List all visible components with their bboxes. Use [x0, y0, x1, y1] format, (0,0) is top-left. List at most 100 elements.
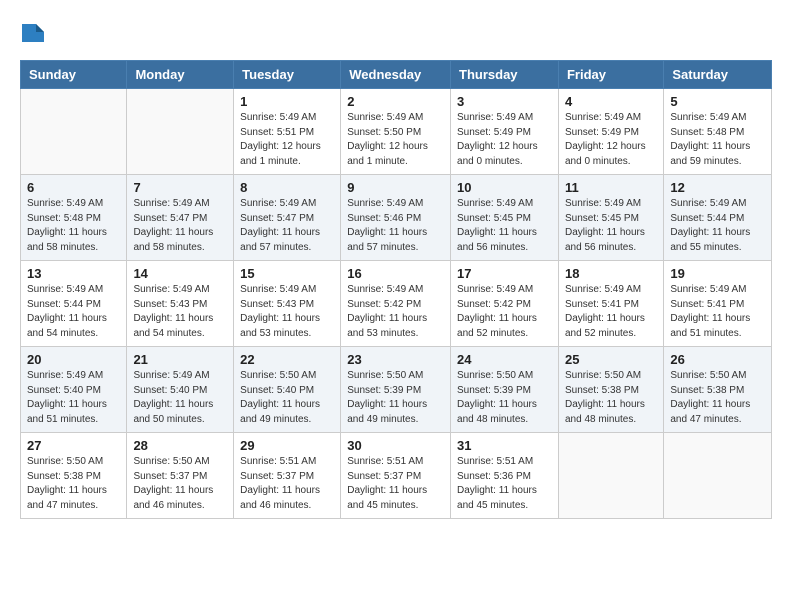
day-number: 19 [670, 266, 765, 281]
day-number: 12 [670, 180, 765, 195]
logo-icon [22, 24, 44, 42]
calendar-cell-day-27: 27 Sunrise: 5:50 AM Sunset: 5:38 PM Dayli… [21, 433, 127, 519]
day-info: Sunrise: 5:51 AM Sunset: 5:37 PM Dayligh… [240, 455, 334, 513]
col-header-sunday: Sunday [21, 61, 127, 89]
day-info: Sunrise: 5:49 AM Sunset: 5:49 PM Dayligh… [457, 111, 552, 169]
day-number: 2 [347, 94, 444, 109]
col-header-wednesday: Wednesday [341, 61, 451, 89]
calendar-cell-empty [127, 89, 234, 175]
day-info: Sunrise: 5:49 AM Sunset: 5:45 PM Dayligh… [457, 197, 552, 255]
day-number: 26 [670, 352, 765, 367]
day-number: 24 [457, 352, 552, 367]
day-number: 9 [347, 180, 444, 195]
day-number: 23 [347, 352, 444, 367]
calendar-cell-day-25: 25 Sunrise: 5:50 AM Sunset: 5:38 PM Dayli… [558, 347, 663, 433]
day-info: Sunrise: 5:49 AM Sunset: 5:42 PM Dayligh… [457, 283, 552, 341]
day-number: 15 [240, 266, 334, 281]
day-number: 11 [565, 180, 657, 195]
calendar-cell-day-11: 11Sunrise: 5:49 AM Sunset: 5:45 PM Dayli… [558, 175, 663, 261]
calendar-cell-empty [558, 433, 663, 519]
day-info: Sunrise: 5:50 AM Sunset: 5:39 PM Dayligh… [457, 369, 552, 427]
calendar-cell-day-10: 10 Sunrise: 5:49 AM Sunset: 5:45 PM Dayli… [451, 175, 559, 261]
day-info: Sunrise: 5:49 AM Sunset: 5:41 PM Dayligh… [670, 283, 765, 341]
calendar-week-row: 27 Sunrise: 5:50 AM Sunset: 5:38 PM Dayli… [21, 433, 772, 519]
day-info: Sunrise: 5:49 AM Sunset: 5:44 PM Dayligh… [670, 197, 765, 255]
day-info: Sunrise: 5:49 AM Sunset: 5:42 PM Dayligh… [347, 283, 444, 341]
day-number: 13 [27, 266, 120, 281]
calendar-cell-day-28: 28 Sunrise: 5:50 AM Sunset: 5:37 PM Dayli… [127, 433, 234, 519]
day-number: 18 [565, 266, 657, 281]
calendar-cell-day-22: 22 Sunrise: 5:50 AM Sunset: 5:40 PM Dayli… [234, 347, 341, 433]
day-info: Sunrise: 5:50 AM Sunset: 5:38 PM Dayligh… [27, 455, 120, 513]
calendar-cell-day-1: 1 Sunrise: 5:49 AM Sunset: 5:51 PM Daylig… [234, 89, 341, 175]
calendar-cell-empty [664, 433, 772, 519]
calendar-cell-day-21: 21 Sunrise: 5:49 AM Sunset: 5:40 PM Dayli… [127, 347, 234, 433]
day-number: 28 [133, 438, 227, 453]
day-info: Sunrise: 5:50 AM Sunset: 5:38 PM Dayligh… [565, 369, 657, 427]
day-info: Sunrise: 5:49 AM Sunset: 5:51 PM Dayligh… [240, 111, 334, 169]
calendar-cell-day-2: 2 Sunrise: 5:49 AM Sunset: 5:50 PM Daylig… [341, 89, 451, 175]
day-info: Sunrise: 5:49 AM Sunset: 5:46 PM Dayligh… [347, 197, 444, 255]
calendar-cell-day-17: 17 Sunrise: 5:49 AM Sunset: 5:42 PM Dayli… [451, 261, 559, 347]
calendar-cell-day-24: 24 Sunrise: 5:50 AM Sunset: 5:39 PM Dayli… [451, 347, 559, 433]
day-info: Sunrise: 5:49 AM Sunset: 5:40 PM Dayligh… [133, 369, 227, 427]
day-info: Sunrise: 5:49 AM Sunset: 5:49 PM Dayligh… [565, 111, 657, 169]
calendar-cell-day-9: 9 Sunrise: 5:49 AM Sunset: 5:46 PM Daylig… [341, 175, 451, 261]
day-number: 5 [670, 94, 765, 109]
day-info: Sunrise: 5:49 AM Sunset: 5:47 PM Dayligh… [240, 197, 334, 255]
day-number: 10 [457, 180, 552, 195]
calendar-cell-day-23: 23Sunrise: 5:50 AM Sunset: 5:39 PM Dayli… [341, 347, 451, 433]
day-number: 4 [565, 94, 657, 109]
day-info: Sunrise: 5:49 AM Sunset: 5:41 PM Dayligh… [565, 283, 657, 341]
calendar-cell-day-20: 20Sunrise: 5:49 AM Sunset: 5:40 PM Dayli… [21, 347, 127, 433]
calendar-week-row: 1 Sunrise: 5:49 AM Sunset: 5:51 PM Daylig… [21, 89, 772, 175]
day-number: 6 [27, 180, 120, 195]
calendar-table: SundayMondayTuesdayWednesdayThursdayFrid… [20, 60, 772, 519]
day-info: Sunrise: 5:49 AM Sunset: 5:44 PM Dayligh… [27, 283, 120, 341]
logo [20, 20, 44, 44]
calendar-cell-day-19: 19 Sunrise: 5:49 AM Sunset: 5:41 PM Dayli… [664, 261, 772, 347]
calendar-week-row: 13 Sunrise: 5:49 AM Sunset: 5:44 PM Dayli… [21, 261, 772, 347]
calendar-cell-day-5: 5Sunrise: 5:49 AM Sunset: 5:48 PM Daylig… [664, 89, 772, 175]
day-number: 3 [457, 94, 552, 109]
day-number: 27 [27, 438, 120, 453]
day-number: 30 [347, 438, 444, 453]
day-info: Sunrise: 5:49 AM Sunset: 5:43 PM Dayligh… [240, 283, 334, 341]
calendar-cell-day-16: 16Sunrise: 5:49 AM Sunset: 5:42 PM Dayli… [341, 261, 451, 347]
day-number: 25 [565, 352, 657, 367]
calendar-cell-day-7: 7Sunrise: 5:49 AM Sunset: 5:47 PM Daylig… [127, 175, 234, 261]
day-number: 21 [133, 352, 227, 367]
day-info: Sunrise: 5:50 AM Sunset: 5:40 PM Dayligh… [240, 369, 334, 427]
calendar-cell-day-4: 4 Sunrise: 5:49 AM Sunset: 5:49 PM Daylig… [558, 89, 663, 175]
day-info: Sunrise: 5:50 AM Sunset: 5:38 PM Dayligh… [670, 369, 765, 427]
col-header-friday: Friday [558, 61, 663, 89]
calendar-cell-day-14: 14 Sunrise: 5:49 AM Sunset: 5:43 PM Dayli… [127, 261, 234, 347]
day-number: 22 [240, 352, 334, 367]
day-info: Sunrise: 5:51 AM Sunset: 5:37 PM Dayligh… [347, 455, 444, 513]
day-number: 1 [240, 94, 334, 109]
calendar-cell-day-18: 18 Sunrise: 5:49 AM Sunset: 5:41 PM Dayli… [558, 261, 663, 347]
day-number: 20 [27, 352, 120, 367]
day-info: Sunrise: 5:49 AM Sunset: 5:47 PM Dayligh… [133, 197, 227, 255]
calendar-cell-day-3: 3 Sunrise: 5:49 AM Sunset: 5:49 PM Daylig… [451, 89, 559, 175]
day-info: Sunrise: 5:49 AM Sunset: 5:43 PM Dayligh… [133, 283, 227, 341]
day-info: Sunrise: 5:49 AM Sunset: 5:50 PM Dayligh… [347, 111, 444, 169]
calendar-cell-day-12: 12 Sunrise: 5:49 AM Sunset: 5:44 PM Dayli… [664, 175, 772, 261]
day-number: 14 [133, 266, 227, 281]
col-header-thursday: Thursday [451, 61, 559, 89]
col-header-saturday: Saturday [664, 61, 772, 89]
calendar-cell-day-29: 29 Sunrise: 5:51 AM Sunset: 5:37 PM Dayli… [234, 433, 341, 519]
calendar-cell-day-15: 15 Sunrise: 5:49 AM Sunset: 5:43 PM Dayli… [234, 261, 341, 347]
day-number: 17 [457, 266, 552, 281]
calendar-header-row: SundayMondayTuesdayWednesdayThursdayFrid… [21, 61, 772, 89]
calendar-cell-day-8: 8Sunrise: 5:49 AM Sunset: 5:47 PM Daylig… [234, 175, 341, 261]
day-number: 29 [240, 438, 334, 453]
day-number: 31 [457, 438, 552, 453]
day-info: Sunrise: 5:50 AM Sunset: 5:37 PM Dayligh… [133, 455, 227, 513]
col-header-monday: Monday [127, 61, 234, 89]
calendar-cell-day-13: 13 Sunrise: 5:49 AM Sunset: 5:44 PM Dayli… [21, 261, 127, 347]
calendar-week-row: 20 Sunrise: 5:49 AM Sunset: 5:40 PM Dayli… [21, 347, 772, 433]
calendar-cell-day-26: 26 Sunrise: 5:50 AM Sunset: 5:38 PM Dayli… [664, 347, 772, 433]
col-header-tuesday: Tuesday [234, 61, 341, 89]
day-info: Sunrise: 5:49 AM Sunset: 5:48 PM Dayligh… [27, 197, 120, 255]
